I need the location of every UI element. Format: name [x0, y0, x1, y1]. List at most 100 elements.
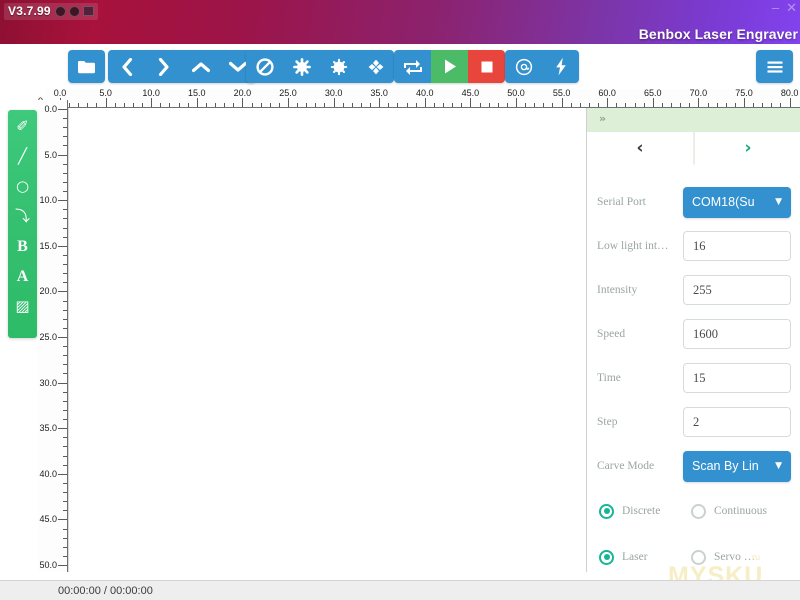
- open-file-button[interactable]: [68, 50, 105, 83]
- ruler-tick-minor: [132, 103, 134, 107]
- ruler-tick-minor: [661, 103, 663, 107]
- ruler-tick-major: [58, 154, 67, 156]
- ruler-tick-minor: [63, 391, 67, 393]
- radio-servo[interactable]: Servo …: [691, 549, 755, 565]
- chevron-double-right-icon[interactable]: »: [599, 112, 606, 125]
- serial-port-select[interactable]: COM18(Su ▼: [683, 186, 791, 218]
- start-button[interactable]: [431, 50, 468, 83]
- ruler-tick-minor: [351, 103, 353, 107]
- ruler-tick-minor: [87, 103, 89, 107]
- move-left-button[interactable]: [108, 50, 145, 83]
- vertical-ruler[interactable]: 0.0 5.0 10.0 15.0 20.0 25.0 30.0 35.0 40.0 45.0 50…: [38, 100, 68, 572]
- chevron-down-icon: ▼: [775, 461, 782, 471]
- ruler-tick-minor: [233, 103, 235, 107]
- panel-collapse-bar[interactable]: »: [587, 108, 800, 132]
- ruler-tick-major: [58, 337, 67, 338]
- intensity-label: Intensity: [597, 284, 638, 296]
- horizontal-ruler[interactable]: 0.0 5.0 10.0 15.0 20.0 25.0 30.0 35.0 40.0 45.0 50…: [46, 89, 800, 108]
- laser-power-button[interactable]: [542, 50, 579, 83]
- radio-continuous[interactable]: Continuous: [691, 503, 768, 519]
- hamburger-menu-button[interactable]: [756, 50, 793, 83]
- ruler-tick-label: 75.0: [735, 89, 753, 98]
- tool-curve[interactable]: ⤵: [12, 206, 34, 227]
- tool-circle[interactable]: ○: [12, 176, 34, 197]
- speed-input[interactable]: 1600: [683, 319, 791, 349]
- reset-button[interactable]: [394, 50, 431, 83]
- ruler-tick-minor: [63, 136, 67, 138]
- tool-line[interactable]: ╱: [12, 146, 34, 167]
- radio-continuous-label: Continuous: [714, 505, 768, 517]
- ruler-tick-minor: [63, 419, 67, 421]
- toolbar-group-run: [394, 50, 505, 83]
- ruler-tick-major: [196, 98, 198, 107]
- tab-next[interactable]: ›: [693, 132, 800, 165]
- ruler-tick-label: 45.0: [461, 89, 480, 98]
- tool-text[interactable]: A: [12, 266, 34, 287]
- ruler-tick-major: [789, 98, 791, 107]
- close-button[interactable]: ✕: [786, 1, 797, 14]
- ruler-tick-minor: [360, 103, 362, 107]
- move-right-button[interactable]: [145, 50, 182, 83]
- ruler-tick-major: [58, 519, 67, 521]
- chevron-up-icon: [191, 61, 210, 72]
- time-input[interactable]: 15: [683, 363, 791, 393]
- step-input[interactable]: 2: [683, 407, 791, 437]
- ban-icon: [255, 57, 274, 76]
- chevron-left-icon: [121, 57, 132, 76]
- carve-mode-select[interactable]: Scan By Lin ▼: [683, 450, 791, 482]
- ruler-tick-major: [58, 109, 67, 110]
- asterisk-burst-icon: [292, 57, 311, 76]
- ruler-tick-minor: [169, 103, 171, 107]
- flag-icon[interactable]: [82, 6, 94, 16]
- ruler-tick-label: 70.0: [689, 89, 708, 98]
- center-target-button[interactable]: [505, 50, 542, 83]
- tag-icon: ✐: [16, 117, 29, 135]
- no-entry-button[interactable]: [246, 50, 283, 83]
- help-circle-icon[interactable]: [68, 5, 80, 17]
- chevron-down-icon: ▼: [775, 197, 782, 207]
- tool-select-tag[interactable]: ✐: [12, 116, 34, 137]
- ruler-tick-minor: [63, 309, 67, 311]
- toolbar-group-file: [68, 50, 105, 83]
- tool-bold-bezier[interactable]: B: [12, 236, 34, 257]
- panel-tab-bar: ‹ ›: [587, 132, 800, 165]
- radio-group-mode-group: Discrete Continuous: [597, 488, 791, 534]
- settings-circle-icon[interactable]: [54, 5, 66, 17]
- ruler-tick-major: [561, 98, 563, 107]
- burst-button[interactable]: [283, 50, 320, 83]
- ruler-tick-major: [58, 245, 67, 247]
- ruler-tick-label: 35.0: [39, 423, 57, 434]
- move-up-button[interactable]: [182, 50, 219, 83]
- letter-a-icon: A: [16, 267, 29, 285]
- low-light-int-input[interactable]: 16: [683, 231, 791, 261]
- step-label: Step: [597, 416, 618, 428]
- radio-discrete[interactable]: Discrete: [599, 503, 691, 519]
- ruler-tick-minor: [452, 103, 454, 107]
- sun-button[interactable]: [320, 50, 357, 83]
- radio-laser[interactable]: Laser: [599, 549, 691, 565]
- elapsed-total-time: 00:00:00 / 00:00:00: [58, 585, 153, 597]
- ruler-tick-minor: [96, 103, 98, 107]
- ruler-tick-major: [470, 98, 472, 107]
- intensity-input[interactable]: 255: [683, 275, 791, 305]
- ruler-tick-minor: [63, 373, 67, 375]
- ruler-tick-label: 65.0: [644, 89, 662, 98]
- ruler-tick-label: 10.0: [142, 89, 160, 98]
- ruler-tick-minor: [63, 300, 67, 302]
- crosshair-button[interactable]: [357, 50, 394, 83]
- carve-mode-value: Scan By Lin: [692, 459, 759, 473]
- tab-previous[interactable]: ‹: [587, 132, 693, 165]
- toolbar-group-laser: [505, 50, 579, 83]
- stop-button[interactable]: [468, 50, 505, 83]
- speed-label: Speed: [597, 328, 626, 340]
- ruler-tick-minor: [63, 501, 67, 503]
- ruler-tick-minor: [297, 103, 299, 107]
- sun-icon: [330, 58, 347, 75]
- ruler-tick-label: 5.0: [99, 89, 112, 98]
- tool-image[interactable]: ▨: [12, 296, 34, 317]
- minimize-button[interactable]: –: [772, 1, 779, 14]
- design-canvas[interactable]: [68, 108, 585, 572]
- ruler-tick-minor: [63, 528, 67, 530]
- ruler-tick-minor: [689, 103, 691, 107]
- ruler-tick-minor: [534, 103, 536, 107]
